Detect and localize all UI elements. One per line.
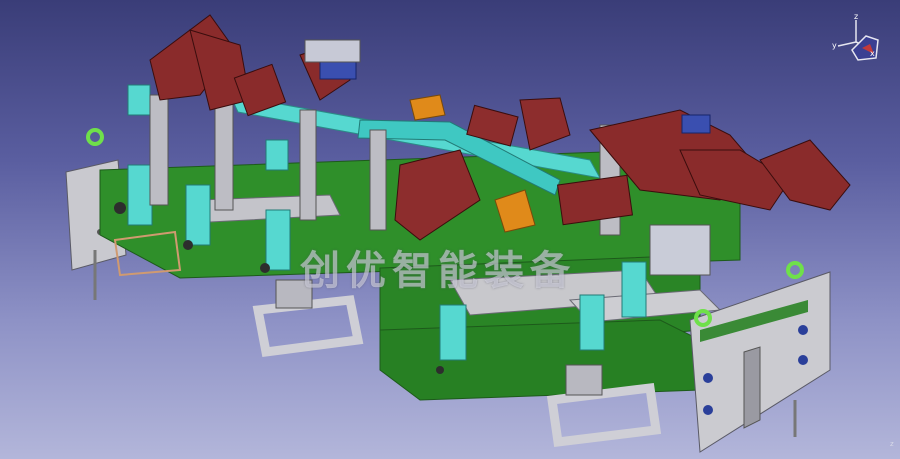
pneumatic-cylinder [127, 164, 153, 226]
compass-axes-icon: z y x [832, 12, 879, 61]
support-post [149, 94, 169, 206]
pneumatic-cylinder [265, 209, 291, 271]
support-post [299, 109, 317, 221]
bolt-icon [183, 240, 193, 250]
bolt-icon [798, 325, 808, 335]
bolt-icon [703, 373, 713, 383]
compass-axis-z: z [854, 12, 858, 21]
fixture-assembly-model[interactable] [0, 0, 900, 459]
lifting-eye-icon [86, 128, 104, 146]
cylinder-block [304, 39, 361, 63]
pneumatic-cylinder [439, 304, 467, 361]
corner-axis-mark: z [890, 440, 894, 448]
support-bracket [565, 364, 603, 396]
bolt-icon [260, 263, 270, 273]
cad-3d-viewport[interactable]: 创优智能装备 z y x z [0, 0, 900, 459]
pneumatic-cylinder [579, 294, 605, 351]
support-post [369, 129, 387, 231]
lifting-eye-icon [786, 261, 804, 279]
cylinder-block [649, 224, 711, 276]
compass-axis-y: y [832, 41, 837, 50]
orange-block [409, 94, 446, 121]
pneumatic-cylinder [127, 84, 151, 116]
pneumatic-cylinder [621, 261, 647, 318]
bolt-icon [798, 355, 808, 365]
bolt-icon [703, 405, 713, 415]
watermark-text: 创优智能装备 [300, 247, 576, 294]
view-compass-widget[interactable]: z y x [828, 10, 888, 70]
blue-valve-block [681, 114, 711, 134]
support-box-center [546, 382, 662, 448]
bolt-icon [114, 202, 126, 214]
pneumatic-cylinder [265, 139, 289, 171]
bolt-icon [436, 366, 444, 374]
compass-axis-x: x [870, 49, 875, 58]
right-end-plate-slot [743, 346, 761, 429]
pneumatic-cylinder [185, 184, 211, 246]
